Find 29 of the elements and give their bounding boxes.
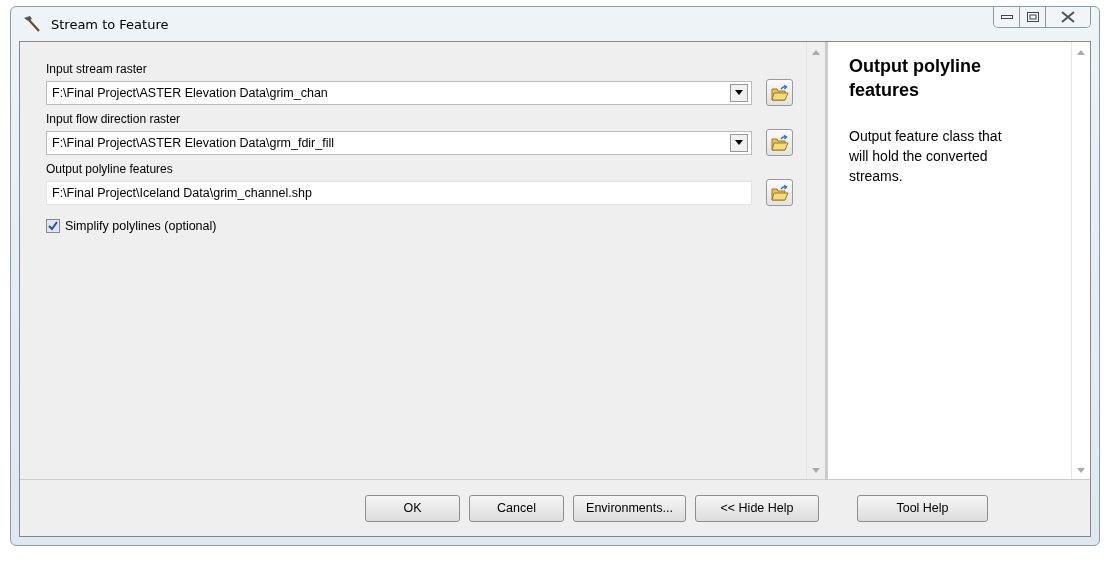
field-label: Input stream raster: [46, 61, 148, 77]
browse-folder-button[interactable]: [766, 129, 793, 156]
scroll-down-icon[interactable]: [1077, 468, 1085, 473]
scroll-up-icon[interactable]: [812, 50, 820, 55]
dialog-button[interactable]: Environments...: [573, 494, 686, 522]
help-description: Output feature class that will hold the converted streams.: [849, 127, 1003, 186]
scroll-down-icon[interactable]: [812, 468, 820, 473]
input-field[interactable]: F:\Final Project\Iceland Data\grim_channel.shp: [46, 180, 752, 205]
minimize-icon: [1000, 14, 1013, 20]
close-icon: [1061, 11, 1075, 23]
minimize-button[interactable]: [994, 7, 1020, 27]
browse-folder-button[interactable]: [766, 179, 793, 206]
scroll-up-icon[interactable]: [1077, 50, 1085, 55]
close-button[interactable]: [1046, 7, 1090, 27]
field-label: Input flow direction raster: [46, 111, 182, 127]
tool-help-button[interactable]: Tool Help: [857, 494, 988, 522]
maximize-icon: [1026, 12, 1039, 22]
help-title: Output polyline features: [849, 55, 982, 102]
simplify-checkbox[interactable]: Simplify polylines (optional): [46, 219, 217, 233]
dialog-button[interactable]: Cancel: [469, 494, 564, 522]
check-icon: [48, 221, 58, 231]
dialog-button[interactable]: OK: [365, 494, 460, 522]
dialog-button[interactable]: << Hide Help: [695, 494, 819, 522]
field-label: Output polyline features: [46, 161, 174, 177]
dropdown-field[interactable]: F:\Final Project\ASTER Elevation Data\grm_fdir_fill: [46, 130, 752, 155]
window-title: Stream to Feature: [51, 16, 169, 32]
browse-folder-button[interactable]: [766, 79, 793, 106]
maximize-button[interactable]: [1020, 7, 1046, 27]
dropdown-field[interactable]: F:\Final Project\ASTER Elevation Data\grim_chan: [46, 80, 752, 105]
